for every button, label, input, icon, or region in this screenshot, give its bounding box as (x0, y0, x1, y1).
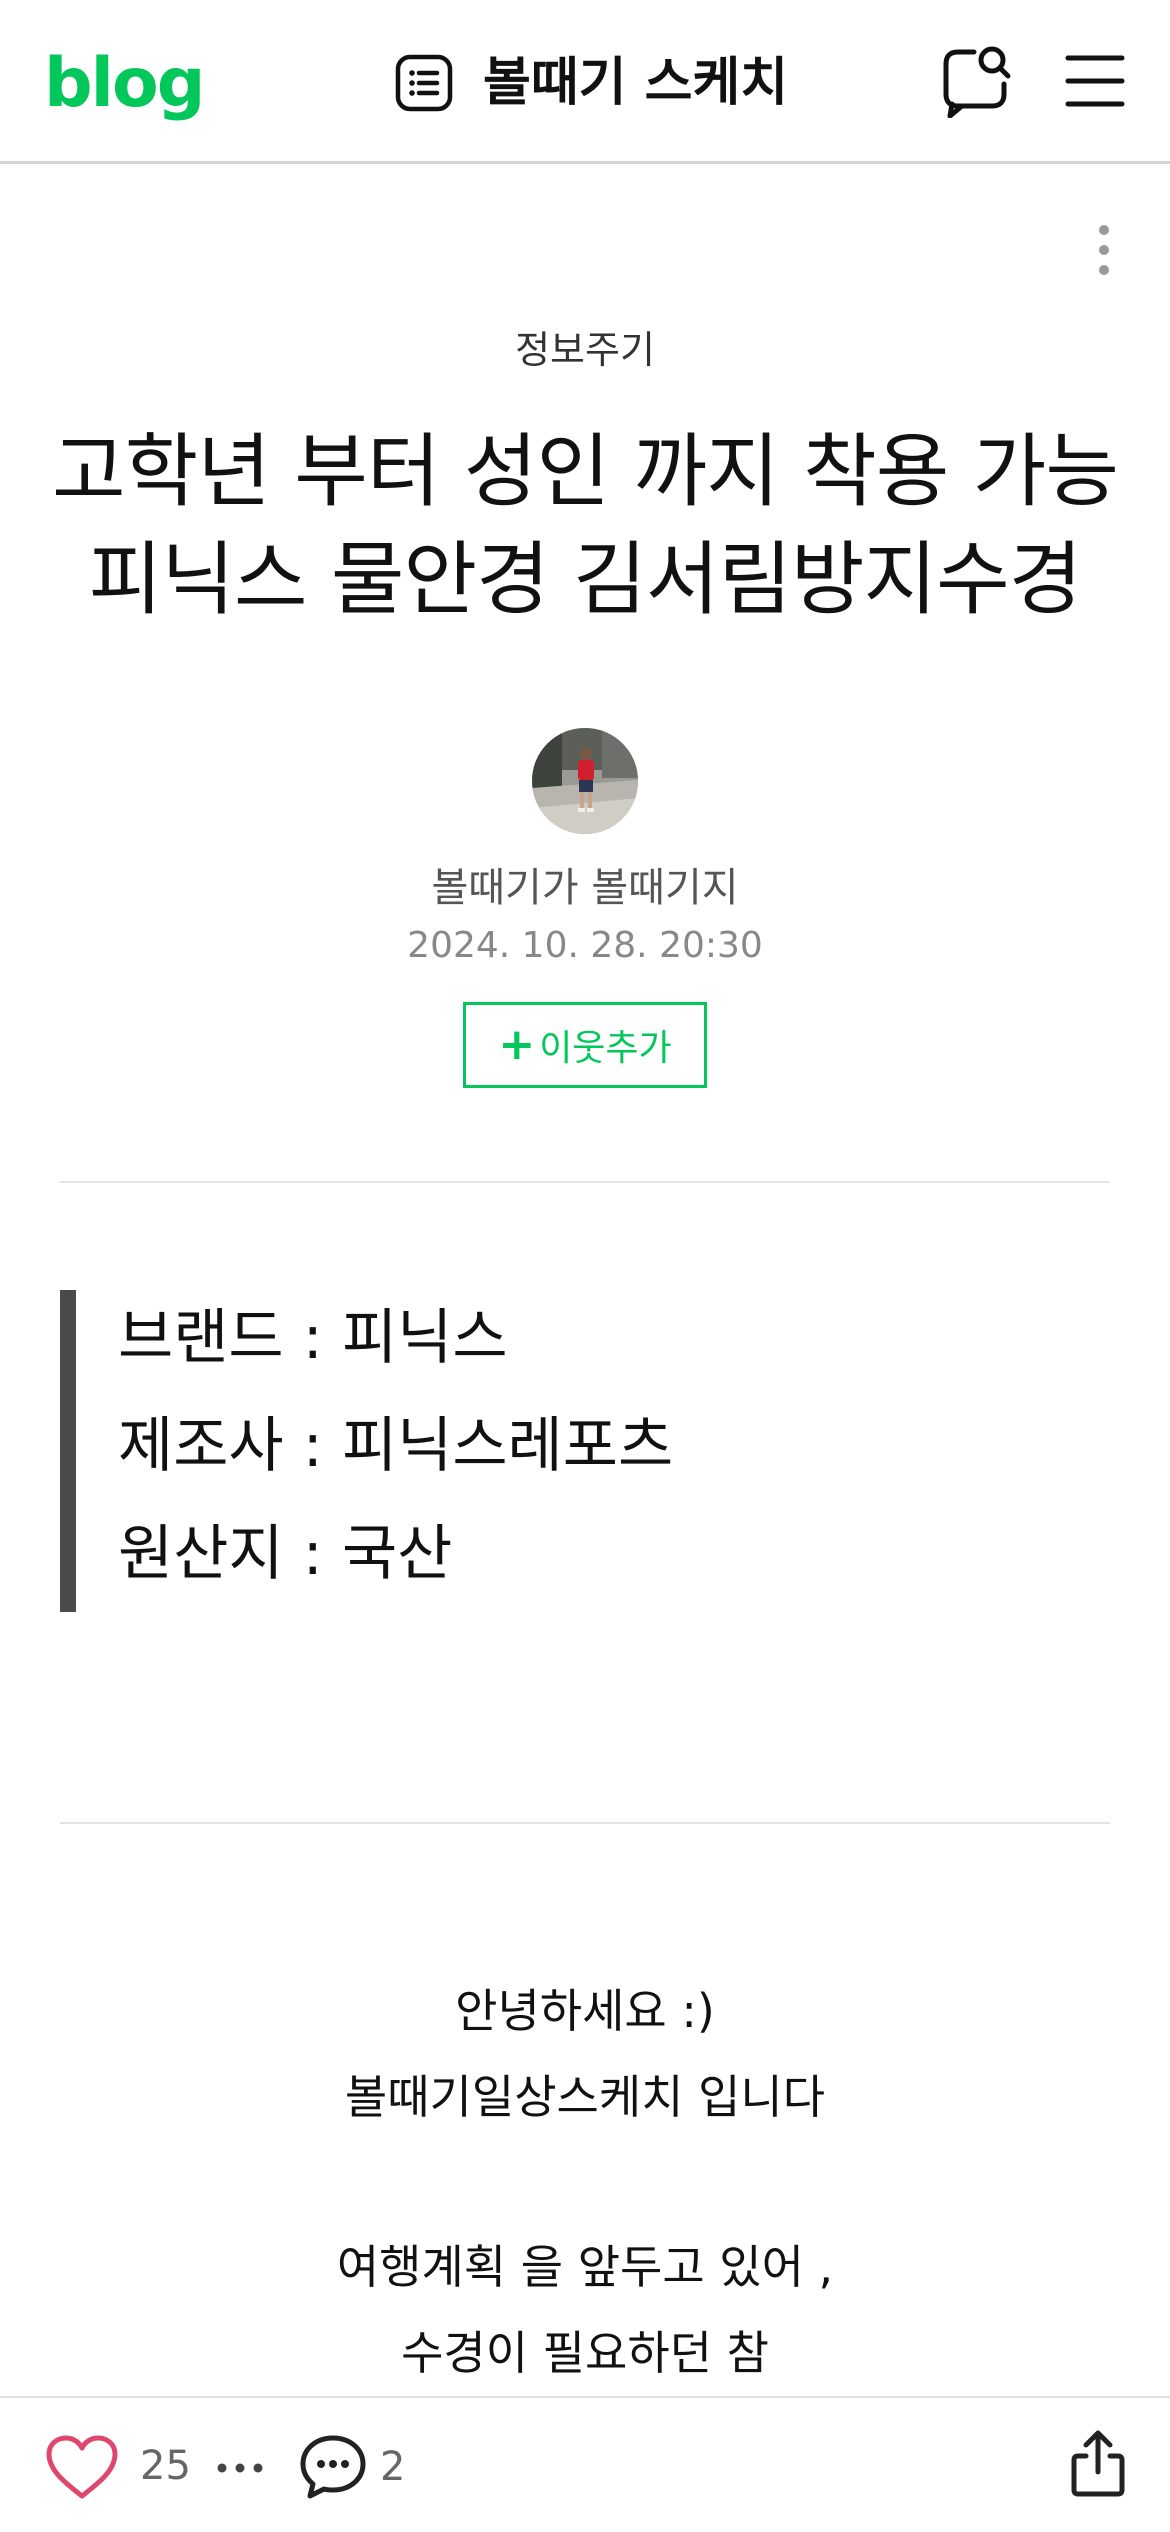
post-title-line: 피닉스 물안경 김서림방지수경 (88, 533, 1083, 626)
add-neighbor-button[interactable]: + 이웃추가 (463, 1002, 707, 1088)
divider (60, 1822, 1110, 1824)
avatar-photo (532, 728, 638, 834)
body-line: 여행계획 을 앞두고 있어 , (336, 2240, 834, 2294)
quote-line-origin: 원산지 : 국산 (118, 1519, 453, 1589)
list-icon (395, 54, 453, 112)
bottom-action-bar: 25 2 (0, 2396, 1170, 2532)
blog-title: 볼때기 스케치 (483, 53, 789, 113)
body-line: 볼때기일상스케치 입니다 (344, 2070, 826, 2124)
post-date: 2024. 10. 28. 20:30 (407, 925, 763, 966)
blog-logo[interactable]: blog (44, 44, 205, 124)
vertical-dots-icon[interactable] (1086, 220, 1122, 280)
author-name[interactable]: 볼때기가 볼때기지 (0, 860, 1170, 916)
blog-title-area[interactable]: 볼때기 스케치 (395, 48, 788, 118)
body-line: 수경이 필요하던 참 (401, 2326, 769, 2380)
post-title: 고학년 부터 성인 까지 착용 가능 피닉스 물안경 김서림방지수경 (40, 418, 1130, 634)
add-neighbor-label: 이웃추가 (539, 1028, 672, 1069)
like-count: 25 (140, 2443, 191, 2489)
horizontal-dots-icon[interactable] (212, 2438, 268, 2494)
post-title-line: 고학년 부터 성인 까지 착용 가능 (52, 425, 1119, 518)
top-header: blog 볼때기 스케치 (0, 0, 1170, 164)
quote-bar (60, 1290, 76, 1612)
body-line: 안녕하세요 :) (455, 1984, 715, 2038)
share-icon[interactable] (1068, 2428, 1128, 2498)
comment-count: 2 (380, 2444, 406, 2490)
hamburger-menu-icon[interactable] (1064, 50, 1126, 112)
search-icon[interactable] (940, 42, 1012, 118)
plus-icon: + (498, 1019, 536, 1070)
divider (60, 1181, 1110, 1183)
heart-icon[interactable] (44, 2434, 120, 2502)
quote-line-brand: 브랜드 : 피닉스 (118, 1303, 508, 1373)
post-category[interactable]: 정보주기 (0, 322, 1170, 378)
comment-bubble-icon[interactable] (298, 2432, 368, 2502)
quote-line-maker: 제조사 : 피닉스레포츠 (118, 1411, 674, 1481)
author-avatar[interactable] (532, 728, 638, 834)
